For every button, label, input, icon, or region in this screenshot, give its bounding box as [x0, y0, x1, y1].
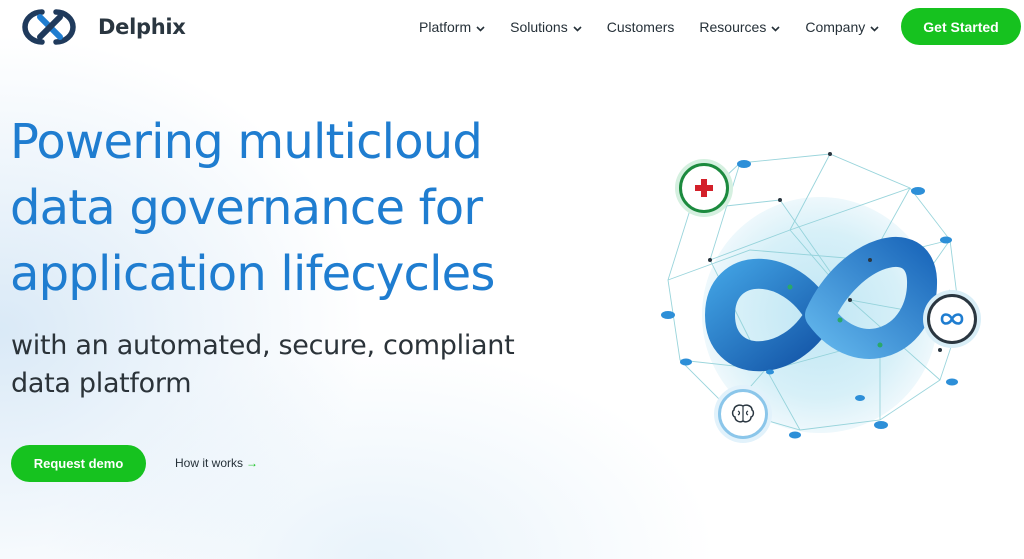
nav-item-platform[interactable]: Platform	[419, 17, 485, 37]
nav-item-customers[interactable]: Customers	[607, 17, 675, 37]
nav-item-label: Platform	[419, 19, 472, 35]
hero-title-line: application lifecycles	[10, 246, 495, 302]
hero-illustration	[650, 140, 990, 450]
brand-logo[interactable]: Delphix	[12, 8, 186, 46]
get-started-button[interactable]: Get Started	[901, 8, 1021, 45]
nav-item-company[interactable]: Company	[805, 17, 879, 37]
hero-title-line: Powering multicloud	[10, 114, 483, 170]
hero-subtitle-line: with an automated, secure, compliant	[11, 330, 515, 361]
hero-subtitle-line: data platform	[11, 368, 192, 399]
chevron-down-icon	[573, 19, 582, 35]
nav-item-label: Resources	[699, 19, 767, 35]
chevron-down-icon	[870, 19, 879, 35]
nav-item-solutions[interactable]: Solutions	[510, 17, 582, 37]
request-demo-button[interactable]: Request demo	[11, 445, 146, 482]
hero-subtitle: with an automated, secure, compliant dat…	[11, 327, 571, 403]
hero-title-line: data governance for	[10, 180, 483, 236]
how-it-works-link[interactable]: How it works →	[175, 456, 258, 470]
chevron-down-icon	[476, 19, 485, 35]
nav-item-label: Solutions	[510, 19, 568, 35]
nav-item-label: Company	[805, 19, 866, 35]
site-header: Delphix Platform Solutions Customers Res…	[0, 0, 1024, 56]
brain-icon	[718, 389, 768, 439]
nav-item-resources[interactable]: Resources	[699, 17, 780, 37]
arrow-right-icon: →	[246, 456, 259, 470]
chevron-down-icon	[771, 19, 780, 35]
nav-item-label: Customers	[606, 19, 675, 35]
brand-name: Delphix	[98, 15, 186, 39]
hero-title: Powering multicloud data governance for …	[10, 109, 570, 307]
main-nav: Platform Solutions Customers Resources C…	[419, 17, 904, 37]
delphix-logo-icon	[22, 9, 76, 45]
medical-cross-icon	[679, 163, 729, 213]
infinity-icon	[927, 294, 977, 344]
how-it-works-label: How it works	[175, 456, 244, 470]
